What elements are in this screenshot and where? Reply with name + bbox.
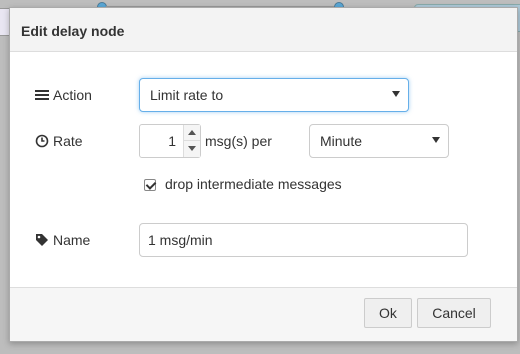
name-label-row: Name [35,232,90,248]
edit-node-dialog: Edit delay node Action Limit rate to Rat… [9,7,518,342]
rate-stepper[interactable]: 1 [139,124,201,158]
rate-value: 1 [168,133,176,149]
name-label: Name [53,232,91,248]
clock-icon [35,134,49,148]
name-input[interactable]: 1 msg/min [139,223,468,257]
chevron-down-icon [392,91,400,97]
arrow-down-icon [188,146,196,151]
action-label-row: Action [35,87,92,103]
dialog-titlebar: Edit delay node [10,8,517,52]
drop-messages-checkbox[interactable] [144,179,157,191]
increment-button[interactable] [184,125,200,141]
cancel-button[interactable]: Cancel [417,298,491,328]
check-icon [145,179,157,190]
ok-button[interactable]: Ok [364,298,412,328]
rate-period-value: Minute [320,133,363,149]
rate-period-select[interactable]: Minute [309,124,449,158]
rate-label-row: Rate [35,133,83,149]
action-select[interactable]: Limit rate to [139,78,409,112]
stepper-buttons [183,125,200,157]
action-label: Action [53,87,92,103]
chevron-down-icon [432,137,440,143]
name-input-value: 1 msg/min [148,232,213,248]
decrement-button[interactable] [184,141,200,157]
drop-messages-label: drop intermediate messages [165,176,342,192]
tag-icon [35,233,49,247]
action-select-value: Limit rate to [150,87,224,103]
list-icon [35,88,49,102]
dialog-title: Edit delay node [21,23,125,39]
arrow-up-icon [188,130,196,135]
rate-unit-text: msg(s) per [205,133,272,149]
rate-label: Rate [53,133,83,149]
dialog-footer: Ok Cancel [10,287,517,341]
